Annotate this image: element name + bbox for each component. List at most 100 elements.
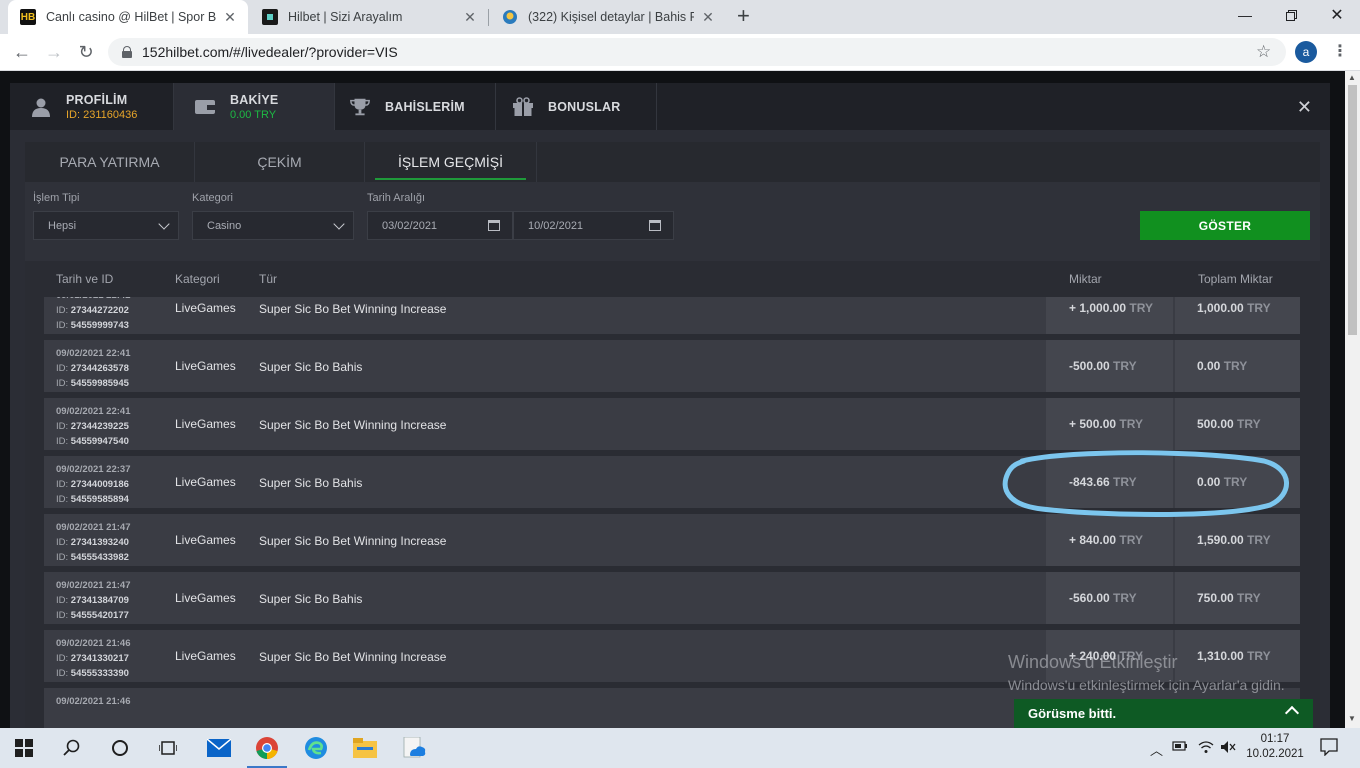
- row-date: 09/02/2021 21:46: [56, 696, 131, 707]
- row-id-2-value: 54559999743: [70, 320, 129, 331]
- transaction-type-select[interactable]: Hepsi: [33, 211, 179, 240]
- cortana-icon[interactable]: [96, 728, 144, 768]
- header-date-id: Tarih ve ID: [56, 272, 114, 286]
- forward-icon[interactable]: →: [42, 40, 66, 64]
- bookmark-star-icon[interactable]: ☆: [1256, 42, 1271, 62]
- notifications-icon[interactable]: [1320, 738, 1338, 759]
- tab-transaction-history[interactable]: İŞLEM GEÇMİŞİ: [365, 142, 537, 182]
- table-row[interactable]: 09/02/2021 22:41 ID: 27344263578 ID: 54559…: [44, 340, 1300, 392]
- back-icon[interactable]: ←: [10, 40, 34, 64]
- date-from-field[interactable]: 03/02/2021: [367, 211, 513, 240]
- table-row[interactable]: 09/02/2021 22:42 ID: 27344272202 ID: 54559…: [44, 297, 1300, 334]
- modal-tabs: PROFİLİM ID: 231160436 BAKİYE 0.00 TRY B…: [10, 83, 1330, 130]
- minimize-icon[interactable]: —: [1222, 0, 1268, 30]
- tab-deposit[interactable]: PARA YATIRMA: [25, 142, 195, 182]
- mail-icon[interactable]: [195, 728, 243, 768]
- onedrive-folder-icon[interactable]: [390, 728, 438, 768]
- tab-my-bets[interactable]: BAHİSLERİM: [335, 83, 496, 130]
- row-date: 09/02/2021 22:42: [56, 297, 130, 301]
- chrome-icon[interactable]: [243, 728, 291, 768]
- row-id-2-value: 54555420177: [70, 610, 129, 621]
- reload-icon[interactable]: ↻: [74, 40, 98, 64]
- user-icon: [30, 97, 52, 117]
- browser-tab-title: Canlı casino @ HilBet | Spor Bahi: [46, 10, 216, 24]
- category-select[interactable]: Casino: [192, 211, 354, 240]
- edge-icon[interactable]: [292, 728, 340, 768]
- browser-tab[interactable]: Hilbet | Sizi Arayalım ✕: [250, 0, 488, 34]
- file-explorer-icon[interactable]: [341, 728, 389, 768]
- chat-bar[interactable]: Görüsme bitti.: [1014, 699, 1313, 728]
- row-id-1: ID: 27341330217: [56, 653, 129, 664]
- browser-toolbar: ← → ↻ 152hilbet.com/#/livedealer/?provid…: [0, 34, 1360, 71]
- row-total-value: 750.00: [1197, 591, 1234, 605]
- chevron-up-icon[interactable]: ︿: [1150, 740, 1163, 759]
- row-category: LiveGames: [175, 359, 236, 373]
- row-type: Super Sic Bo Bet Winning Increase: [259, 650, 447, 664]
- maximize-icon[interactable]: [1268, 0, 1314, 30]
- row-type: Super Sic Bo Bahis: [259, 360, 363, 374]
- tab-withdraw[interactable]: ÇEKİM: [195, 142, 365, 182]
- profile-avatar[interactable]: a: [1295, 41, 1317, 63]
- header-category: Kategori: [175, 272, 220, 286]
- table-row[interactable]: 09/02/2021 21:47 ID: 27341393240 ID: 54555…: [44, 514, 1300, 566]
- scrollbar-thumb[interactable]: [1348, 85, 1357, 335]
- row-total-value: 0.00: [1197, 359, 1221, 373]
- windows-start-icon[interactable]: [0, 728, 48, 768]
- new-tab-icon[interactable]: +: [737, 5, 750, 27]
- page-scrollbar[interactable]: ▲ ▼: [1345, 71, 1360, 728]
- tab-bonuses[interactable]: BONUSLAR: [496, 83, 657, 130]
- date-range-label: Tarih Aralığı: [367, 192, 426, 204]
- show-button[interactable]: GÖSTER: [1140, 211, 1310, 240]
- table-row[interactable]: 09/02/2021 22:41 ID: 27344239225 ID: 54559…: [44, 398, 1300, 450]
- browser-tab-active[interactable]: HB Canlı casino @ HilBet | Spor Bahi ✕: [8, 0, 248, 34]
- table-row[interactable]: 09/02/2021 22:37 ID: 27344009186 ID: 54559…: [44, 456, 1300, 508]
- browser-tabstrip: HB Canlı casino @ HilBet | Spor Bahi ✕ H…: [0, 0, 1360, 34]
- row-category: LiveGames: [175, 475, 236, 489]
- wifi-icon[interactable]: [1198, 740, 1214, 757]
- header-type: Tür: [259, 272, 277, 286]
- browser-tab[interactable]: (322) Kişisel detaylar | Bahis Foru ✕: [490, 0, 726, 34]
- menu-kebab-icon[interactable]: ⋮: [1332, 41, 1348, 61]
- date-to-value: 10/02/2021: [528, 219, 584, 232]
- window-close-icon[interactable]: ✕: [1314, 0, 1360, 30]
- calendar-icon[interactable]: [649, 220, 661, 231]
- transaction-type-label: İşlem Tipi: [33, 192, 80, 204]
- balance-amount: 0.00 TRY: [230, 108, 277, 121]
- row-amount-currency: TRY: [1113, 359, 1137, 373]
- row-total: 0.00 TRY: [1175, 456, 1300, 508]
- close-tab-icon[interactable]: ✕: [462, 9, 478, 26]
- task-view-icon[interactable]: [144, 728, 192, 768]
- row-amount-currency: TRY: [1129, 301, 1153, 315]
- row-id-2: ID: 54559999743: [56, 320, 129, 331]
- modal-close-icon[interactable]: ✕: [1297, 97, 1312, 118]
- volume-mute-icon[interactable]: [1220, 740, 1236, 757]
- tab-bonuses-label: BONUSLAR: [548, 99, 621, 114]
- row-id-2-value: 54559585894: [70, 494, 129, 505]
- battery-icon[interactable]: [1172, 740, 1188, 755]
- transaction-panel: PARA YATIRMA ÇEKİM İŞLEM GEÇMİŞİ İşlem T…: [25, 142, 1320, 728]
- transaction-type-value: Hepsi: [48, 219, 77, 232]
- row-id-1-value: 27341384709: [70, 595, 129, 606]
- tab-profile[interactable]: PROFİLİM ID: 231160436: [10, 83, 174, 130]
- scroll-up-icon[interactable]: ▲: [1348, 73, 1356, 82]
- date-to-field[interactable]: 10/02/2021: [513, 211, 674, 240]
- close-tab-icon[interactable]: ✕: [222, 9, 238, 26]
- row-total: 750.00 TRY: [1175, 572, 1300, 624]
- tab-balance[interactable]: BAKİYE 0.00 TRY: [174, 83, 335, 130]
- row-id-1-value: 27341393240: [70, 537, 129, 548]
- row-category: LiveGames: [175, 533, 236, 547]
- row-amount: + 1,000.00 TRY: [1046, 297, 1173, 334]
- chevron-up-icon[interactable]: [1284, 705, 1300, 721]
- table-row[interactable]: 09/02/2021 21:47 ID: 27341384709 ID: 54555…: [44, 572, 1300, 624]
- calendar-icon[interactable]: [488, 220, 500, 231]
- system-clock[interactable]: 01:17 10.02.2021: [1240, 732, 1310, 762]
- lock-icon: [122, 46, 132, 58]
- row-id-2: ID: 54559947540: [56, 436, 129, 447]
- row-amount-value: -500.00: [1069, 359, 1110, 373]
- scroll-down-icon[interactable]: ▼: [1348, 714, 1356, 723]
- close-tab-icon[interactable]: ✕: [700, 9, 716, 26]
- row-total-currency: TRY: [1247, 533, 1271, 547]
- row-id-2: ID: 54559585894: [56, 494, 129, 505]
- address-bar[interactable]: 152hilbet.com/#/livedealer/?provider=VIS: [108, 38, 1286, 66]
- search-icon[interactable]: [48, 728, 96, 768]
